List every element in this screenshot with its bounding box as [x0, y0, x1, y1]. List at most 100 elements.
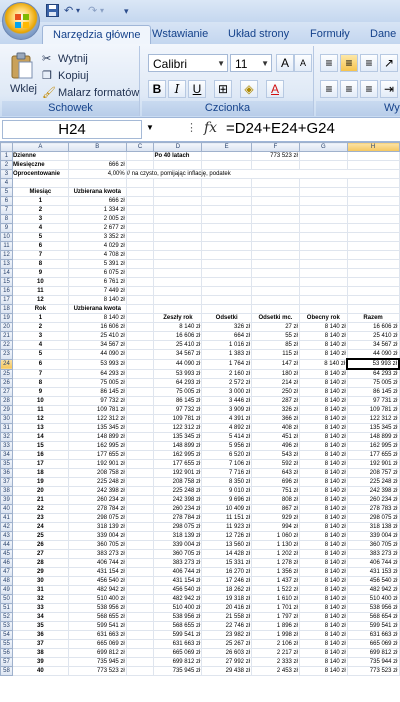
- cell[interactable]: [346, 205, 400, 215]
- cell[interactable]: 55 zł: [251, 331, 300, 341]
- cell[interactable]: [201, 205, 253, 215]
- cell[interactable]: [125, 250, 155, 260]
- cell[interactable]: 122 312 zł: [67, 414, 127, 424]
- cell[interactable]: [153, 160, 203, 170]
- cell[interactable]: 109 781 zł: [346, 405, 400, 415]
- cell[interactable]: 177 655 zł: [153, 459, 203, 469]
- row-header[interactable]: 31: [0, 423, 13, 433]
- cell[interactable]: 278 783 zł: [346, 504, 400, 514]
- cell[interactable]: 19: [11, 477, 69, 487]
- cell[interactable]: 17: [11, 459, 69, 469]
- cell[interactable]: // na czysto, pomijając inflację, podate…: [125, 169, 400, 179]
- row-header[interactable]: 27: [0, 387, 13, 397]
- cell[interactable]: [251, 286, 300, 296]
- cell[interactable]: 24: [11, 522, 69, 532]
- cell[interactable]: 4 708 zł: [67, 250, 127, 260]
- cell[interactable]: 808 zł: [251, 495, 300, 505]
- cell[interactable]: 643 zł: [251, 468, 300, 478]
- row-header[interactable]: 2: [0, 160, 13, 170]
- row-header[interactable]: 52: [0, 612, 13, 622]
- cell[interactable]: 482 942 zł: [153, 594, 203, 604]
- cell[interactable]: 1 437 zł: [251, 576, 300, 586]
- cell[interactable]: [346, 268, 400, 278]
- copy-button[interactable]: Kopiuj: [58, 69, 89, 83]
- cell[interactable]: 1 016 zł: [201, 340, 253, 350]
- cell[interactable]: 1 202 zł: [251, 549, 300, 559]
- cell[interactable]: 242 398 zł: [153, 495, 203, 505]
- cell[interactable]: 9: [11, 268, 69, 278]
- row-header[interactable]: 54: [0, 630, 13, 640]
- cell[interactable]: 751 zł: [251, 486, 300, 496]
- cell[interactable]: 1 522 zł: [251, 585, 300, 595]
- cell[interactable]: 8 140 zł: [298, 477, 348, 487]
- cell[interactable]: 8 140 zł: [298, 340, 348, 350]
- cell[interactable]: 11 923 zł: [201, 522, 253, 532]
- cell[interactable]: 383 273 zł: [346, 549, 400, 559]
- row-header[interactable]: 53: [0, 621, 13, 631]
- cell[interactable]: 773 523 zł: [67, 666, 127, 676]
- cell[interactable]: 10: [11, 396, 69, 406]
- cell[interactable]: [125, 196, 155, 206]
- customize-toolbar-icon[interactable]: ▾: [124, 4, 129, 18]
- cell[interactable]: 16 606 zł: [346, 322, 400, 332]
- cell[interactable]: 16 606 zł: [153, 331, 203, 341]
- cell[interactable]: [251, 205, 300, 215]
- row-header[interactable]: 11: [0, 241, 13, 251]
- cell[interactable]: 665 069 zł: [153, 648, 203, 658]
- cell[interactable]: 8 140 zł: [153, 322, 203, 332]
- cell[interactable]: 35: [11, 621, 69, 631]
- cell[interactable]: 64 293 zł: [153, 378, 203, 388]
- cell[interactable]: 1 701 zł: [251, 603, 300, 613]
- cell[interactable]: [125, 459, 155, 469]
- cell[interactable]: 8 140 zł: [298, 459, 348, 469]
- cell[interactable]: [201, 223, 253, 233]
- row-header[interactable]: 7: [0, 205, 13, 215]
- cell[interactable]: 8 140 zł: [298, 540, 348, 550]
- cell[interactable]: 11 151 zł: [201, 513, 253, 523]
- cell[interactable]: 9 010 zł: [201, 486, 253, 496]
- shrink-font-icon[interactable]: A: [294, 54, 312, 72]
- cell[interactable]: 14 428 zł: [201, 549, 253, 559]
- cell[interactable]: 135 345 zł: [153, 432, 203, 442]
- cell[interactable]: 260 234 zł: [153, 504, 203, 514]
- row-header[interactable]: 44: [0, 540, 13, 550]
- row-header[interactable]: 51: [0, 603, 13, 613]
- cell[interactable]: 242 398 zł: [346, 486, 400, 496]
- cell[interactable]: [346, 286, 400, 296]
- cell[interactable]: 538 956 zł: [67, 603, 127, 613]
- cell[interactable]: [251, 304, 300, 314]
- cell[interactable]: 8 140 zł: [298, 423, 348, 433]
- cell[interactable]: [67, 151, 127, 161]
- cell[interactable]: 451 zł: [251, 432, 300, 442]
- cell[interactable]: 8 140 zł: [298, 349, 348, 360]
- cell[interactable]: [125, 621, 155, 631]
- cell[interactable]: [125, 450, 155, 460]
- cell[interactable]: 408 zł: [251, 423, 300, 433]
- cell[interactable]: 8 140 zł: [298, 666, 348, 676]
- office-button[interactable]: [2, 2, 40, 40]
- cell[interactable]: 360 705 zł: [153, 549, 203, 559]
- row-header[interactable]: 33: [0, 441, 13, 451]
- cell[interactable]: 482 942 zł: [67, 585, 127, 595]
- cell[interactable]: 115 zł: [251, 349, 300, 360]
- cell[interactable]: 11: [11, 405, 69, 415]
- cell[interactable]: 8 350 zł: [201, 477, 253, 487]
- row-header[interactable]: 17: [0, 295, 13, 305]
- cell[interactable]: 6: [11, 358, 69, 370]
- cell[interactable]: [251, 178, 300, 188]
- cell[interactable]: 431 154 zł: [67, 567, 127, 577]
- cell[interactable]: [298, 205, 348, 215]
- cell[interactable]: 28: [11, 558, 69, 568]
- cell[interactable]: [125, 657, 155, 667]
- cell[interactable]: [125, 405, 155, 415]
- cell[interactable]: [298, 304, 348, 314]
- cell[interactable]: 631 663 zł: [346, 630, 400, 640]
- cell[interactable]: [251, 196, 300, 206]
- cell[interactable]: [125, 639, 155, 649]
- column-header-h[interactable]: H: [346, 142, 400, 152]
- cell[interactable]: [125, 151, 155, 161]
- cell[interactable]: 510 400 zł: [153, 603, 203, 613]
- active-cell[interactable]: 53 993 zł: [346, 358, 400, 370]
- cell[interactable]: 456 540 zł: [346, 576, 400, 586]
- cell[interactable]: [125, 531, 155, 541]
